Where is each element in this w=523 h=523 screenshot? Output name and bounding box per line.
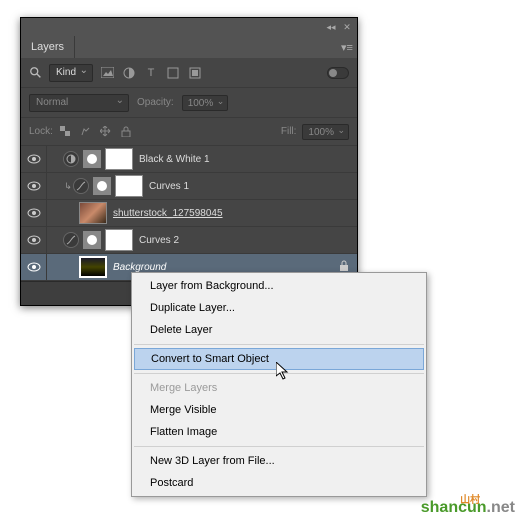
visibility-toggle[interactable]	[21, 227, 47, 253]
adjustment-icon	[63, 232, 79, 248]
menu-separator	[134, 446, 424, 447]
image-filter-icon[interactable]	[99, 65, 115, 81]
menu-separator	[134, 373, 424, 374]
layer-name[interactable]: Curves 2	[139, 235, 179, 246]
panel-menu-icon[interactable]: ▾≡	[337, 36, 357, 58]
menu-merge-layers: Merge Layers	[132, 377, 426, 399]
kind-select[interactable]: Kind	[49, 64, 93, 82]
close-icon[interactable]: ✕	[341, 21, 353, 33]
menu-convert-to-smart-object[interactable]: Convert to Smart Object	[134, 348, 424, 370]
filter-row: Kind T	[21, 58, 357, 88]
eye-icon	[27, 154, 41, 164]
lock-transparency-icon[interactable]	[59, 125, 73, 139]
blend-mode-select[interactable]: Normal	[29, 94, 129, 112]
lock-all-icon[interactable]	[119, 125, 133, 139]
layer-name[interactable]: Background	[113, 262, 166, 273]
layer-name[interactable]: Black & White 1	[139, 154, 210, 165]
menu-separator	[134, 344, 424, 345]
watermark-logo: shancun山村.net	[421, 499, 515, 517]
layer-name[interactable]: shutterstock_127598045	[113, 208, 223, 219]
clip-indicator-icon: ↳	[63, 181, 73, 192]
layer-row[interactable]: ↳ Curves 1	[21, 173, 357, 200]
blend-mode-label: Normal	[36, 97, 68, 108]
visibility-toggle[interactable]	[21, 173, 47, 199]
adjustment-icon	[63, 151, 79, 167]
type-filter-icon[interactable]: T	[143, 65, 159, 81]
menu-flatten-image[interactable]: Flatten Image	[132, 421, 426, 443]
layer-row[interactable]: Black & White 1	[21, 146, 357, 173]
layer-thumb	[105, 229, 133, 251]
eye-icon	[27, 262, 41, 272]
visibility-toggle[interactable]	[21, 146, 47, 172]
adjustment-filter-icon[interactable]	[121, 65, 137, 81]
filter-toggle[interactable]	[327, 67, 349, 79]
tab-layers[interactable]: Layers	[21, 36, 75, 58]
fill-label: Fill:	[281, 126, 297, 137]
adjustment-icon	[73, 178, 89, 194]
collapse-icon[interactable]: ◂◂	[325, 21, 337, 33]
menu-duplicate-layer[interactable]: Duplicate Layer...	[132, 297, 426, 319]
mask-thumb	[83, 231, 101, 249]
mask-thumb	[83, 150, 101, 168]
smartobject-filter-icon[interactable]	[187, 65, 203, 81]
opacity-label: Opacity:	[137, 97, 174, 108]
visibility-toggle[interactable]	[21, 254, 47, 280]
layer-name[interactable]: Curves 1	[149, 181, 189, 192]
blend-row: Normal Opacity: 100%	[21, 88, 357, 118]
context-menu: Layer from Background... Duplicate Layer…	[131, 272, 427, 497]
layer-thumb	[105, 148, 133, 170]
opacity-input[interactable]: 100%	[182, 95, 229, 111]
menu-new-3d-layer[interactable]: New 3D Layer from File...	[132, 450, 426, 472]
layer-row[interactable]: Curves 2	[21, 227, 357, 254]
panel-header: ◂◂ ✕	[21, 18, 357, 36]
tab-bar: Layers ▾≡	[21, 36, 357, 58]
kind-label: Kind	[56, 67, 76, 78]
menu-merge-visible[interactable]: Merge Visible	[132, 399, 426, 421]
layer-thumb	[79, 256, 107, 278]
lock-row: Lock: Fill: 100%	[21, 118, 357, 146]
search-icon	[29, 66, 43, 80]
lock-position-icon[interactable]	[99, 125, 113, 139]
layer-thumb	[79, 202, 107, 224]
eye-icon	[27, 181, 41, 191]
menu-postcard[interactable]: Postcard	[132, 472, 426, 494]
visibility-toggle[interactable]	[21, 200, 47, 226]
layers-list: Black & White 1 ↳ Curves 1 shutterstock_…	[21, 146, 357, 281]
shape-filter-icon[interactable]	[165, 65, 181, 81]
fill-input[interactable]: 100%	[302, 124, 349, 140]
layer-row[interactable]: shutterstock_127598045	[21, 200, 357, 227]
tab-label: Layers	[31, 41, 64, 53]
eye-icon	[27, 208, 41, 218]
mask-thumb	[93, 177, 111, 195]
lock-pixels-icon[interactable]	[79, 125, 93, 139]
layers-panel: ◂◂ ✕ Layers ▾≡ Kind T Normal Opacity: 10…	[20, 17, 358, 306]
menu-delete-layer[interactable]: Delete Layer	[132, 319, 426, 341]
lock-label: Lock:	[29, 126, 53, 137]
layer-thumb	[115, 175, 143, 197]
eye-icon	[27, 235, 41, 245]
menu-layer-from-background[interactable]: Layer from Background...	[132, 275, 426, 297]
